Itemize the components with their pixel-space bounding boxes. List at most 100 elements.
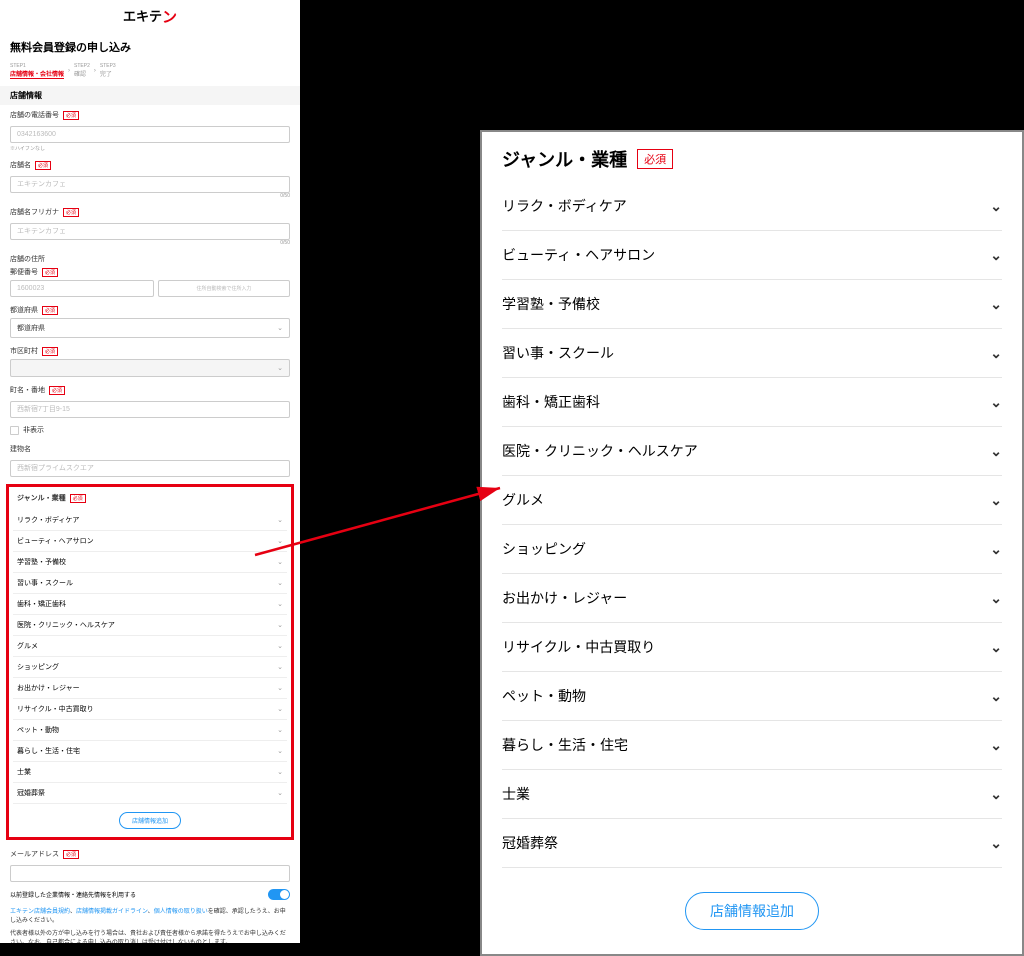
genre-row[interactable]: リサイクル・中古買取り⌄ bbox=[13, 699, 287, 720]
chevron-down-icon: ⌄ bbox=[277, 642, 283, 650]
genre-row[interactable]: グルメ⌄ bbox=[502, 476, 1002, 525]
zip-input[interactable] bbox=[10, 280, 154, 297]
phone-hint: ※ハイフンなし bbox=[10, 145, 290, 152]
chevron-down-icon: ⌄ bbox=[990, 541, 1002, 558]
chevron-down-icon: ⌄ bbox=[990, 247, 1002, 264]
step-3: 完了 bbox=[100, 72, 112, 78]
chevron-down-icon: ⌄ bbox=[277, 600, 283, 608]
genre-row[interactable]: 士業⌄ bbox=[502, 770, 1002, 819]
genre-detail-panel: ジャンル・業種 必須 リラク・ボディケア⌄ビューティ・ヘアサロン⌄学習塾・予備校… bbox=[480, 130, 1024, 956]
step-1: 店舗情報・会社情報 bbox=[10, 72, 64, 79]
genre-row[interactable]: 歯科・矯正歯科⌄ bbox=[13, 594, 287, 615]
zip-label: 郵便番号 bbox=[10, 267, 38, 277]
reuse-toggle[interactable] bbox=[268, 889, 290, 900]
add-store-button-large[interactable]: 店舗情報追加 bbox=[685, 892, 819, 930]
chevron-down-icon: ⌄ bbox=[990, 737, 1002, 754]
store-kana-input[interactable] bbox=[10, 223, 290, 240]
genre-row[interactable]: 士業⌄ bbox=[13, 762, 287, 783]
chevron-down-icon: ⌄ bbox=[990, 198, 1002, 215]
chevron-down-icon: ⌄ bbox=[277, 516, 283, 524]
email-input[interactable] bbox=[10, 865, 290, 882]
chevron-down-icon: ⌄ bbox=[990, 345, 1002, 362]
chevron-down-icon: ⌄ bbox=[990, 492, 1002, 509]
logo-text: エキテ bbox=[123, 6, 162, 27]
hide-label: 非表示 bbox=[23, 425, 44, 435]
city-select[interactable]: ⌄ bbox=[10, 359, 290, 377]
genre-row[interactable]: ビューティ・ヘアサロン⌄ bbox=[13, 531, 287, 552]
genre-row[interactable]: 医院・クリニック・ヘルスケア⌄ bbox=[13, 615, 287, 636]
genre-row[interactable]: ペット・動物⌄ bbox=[13, 720, 287, 741]
genre-row[interactable]: お出かけ・レジャー⌄ bbox=[502, 574, 1002, 623]
address-label: 店舗の住所 bbox=[10, 254, 45, 264]
genre-row[interactable]: ショッピング⌄ bbox=[13, 657, 287, 678]
chevron-down-icon: ⌄ bbox=[277, 684, 283, 692]
store-name-label: 店舗名 bbox=[10, 160, 31, 170]
store-name-count: 0/50 bbox=[10, 193, 290, 199]
genre-row[interactable]: 学習塾・予備校⌄ bbox=[502, 280, 1002, 329]
genre-row[interactable]: 冠婚葬祭⌄ bbox=[502, 819, 1002, 868]
chevron-down-icon: ⌄ bbox=[990, 786, 1002, 803]
chevron-down-icon: ⌄ bbox=[277, 579, 283, 587]
genre-row[interactable]: お出かけ・レジャー⌄ bbox=[13, 678, 287, 699]
genre-section-highlighted: ジャンル・業種必須 リラク・ボディケア⌄ビューティ・ヘアサロン⌄学習塾・予備校⌄… bbox=[6, 484, 294, 840]
store-name-input[interactable] bbox=[10, 176, 290, 193]
genre-row[interactable]: 冠婚葬祭⌄ bbox=[13, 783, 287, 804]
store-kana-count: 0/50 bbox=[10, 240, 290, 246]
terms-link-1[interactable]: エキテン店舗会員規約 bbox=[10, 909, 70, 915]
chevron-down-icon: ⌄ bbox=[990, 394, 1002, 411]
genre-row[interactable]: 暮らし・生活・住宅⌄ bbox=[502, 721, 1002, 770]
terms-link-2[interactable]: 店舗情報掲載ガイドライン bbox=[76, 909, 148, 915]
genre-row[interactable]: ペット・動物⌄ bbox=[502, 672, 1002, 721]
logo-accent: ン bbox=[162, 6, 177, 27]
genre-row[interactable]: 暮らし・生活・住宅⌄ bbox=[13, 741, 287, 762]
genre-row[interactable]: 習い事・スクール⌄ bbox=[13, 573, 287, 594]
genre-row[interactable]: リサイクル・中古買取り⌄ bbox=[502, 623, 1002, 672]
genre-label: ジャンル・業種 bbox=[17, 493, 66, 503]
genre-row[interactable]: ビューティ・ヘアサロン⌄ bbox=[502, 231, 1002, 280]
logo: エキテン bbox=[0, 0, 300, 33]
terms-link-3[interactable]: 個人情報の取り扱い bbox=[154, 909, 208, 915]
building-input[interactable] bbox=[10, 460, 290, 477]
genre-row[interactable]: 習い事・スクール⌄ bbox=[502, 329, 1002, 378]
genre-row[interactable]: 歯科・矯正歯科⌄ bbox=[502, 378, 1002, 427]
chevron-down-icon: ⌄ bbox=[277, 663, 283, 671]
pref-select[interactable]: 都道府県⌄ bbox=[10, 318, 290, 338]
terms-text: エキテン店舗会員規約、店舗情報掲載ガイドライン、個人情報の取り扱いを確認、承認し… bbox=[0, 904, 300, 943]
reuse-toggle-label: 以前登録した企業情報・連絡先情報を利用する bbox=[10, 890, 136, 899]
chevron-down-icon: ⌄ bbox=[277, 621, 283, 629]
phone-input[interactable] bbox=[10, 126, 290, 143]
chevron-down-icon: ⌄ bbox=[990, 835, 1002, 852]
section-header-store: 店舗情報 bbox=[0, 86, 300, 105]
add-store-button[interactable]: 店舗情報追加 bbox=[119, 812, 181, 829]
chevron-down-icon: ⌄ bbox=[990, 688, 1002, 705]
genre-row[interactable]: 医院・クリニック・ヘルスケア⌄ bbox=[502, 427, 1002, 476]
phone-label: 店舗の電話番号 bbox=[10, 110, 59, 120]
step-2: 確認 bbox=[74, 72, 86, 78]
city-label: 市区町村 bbox=[10, 346, 38, 356]
store-kana-label: 店舗名フリガナ bbox=[10, 207, 59, 217]
genre-row[interactable]: リラク・ボディケア⌄ bbox=[13, 510, 287, 531]
genre-row[interactable]: ショッピング⌄ bbox=[502, 525, 1002, 574]
zip-lookup-button[interactable]: 住所自動検索で住所入力 bbox=[158, 280, 290, 297]
genre-row[interactable]: 学習塾・予備校⌄ bbox=[13, 552, 287, 573]
genre-row[interactable]: リラク・ボディケア⌄ bbox=[502, 182, 1002, 231]
step-indicator: STEP1店舗情報・会社情報 › STEP2確認 › STEP3完了 bbox=[0, 61, 300, 86]
chevron-down-icon: ⌄ bbox=[277, 705, 283, 713]
chevron-down-icon: ⌄ bbox=[277, 324, 283, 332]
required-badge: 必須 bbox=[637, 149, 673, 169]
chevron-down-icon: ⌄ bbox=[277, 747, 283, 755]
hide-checkbox-row[interactable]: 非表示 bbox=[0, 421, 300, 439]
chevron-down-icon: ⌄ bbox=[277, 364, 283, 372]
chevron-down-icon: ⌄ bbox=[990, 443, 1002, 460]
genre-row[interactable]: グルメ⌄ bbox=[13, 636, 287, 657]
chevron-down-icon: ⌄ bbox=[277, 768, 283, 776]
pref-label: 都道府県 bbox=[10, 305, 38, 315]
building-label: 建物名 bbox=[10, 444, 31, 454]
chevron-down-icon: ⌄ bbox=[990, 296, 1002, 313]
town-input[interactable] bbox=[10, 401, 290, 418]
required-badge: 必須 bbox=[63, 111, 79, 120]
chevron-down-icon: ⌄ bbox=[277, 789, 283, 797]
form-page: エキテン 無料会員登録の申し込み STEP1店舗情報・会社情報 › STEP2確… bbox=[0, 0, 300, 943]
page-title: 無料会員登録の申し込み bbox=[0, 33, 300, 61]
hide-checkbox[interactable] bbox=[10, 426, 19, 435]
